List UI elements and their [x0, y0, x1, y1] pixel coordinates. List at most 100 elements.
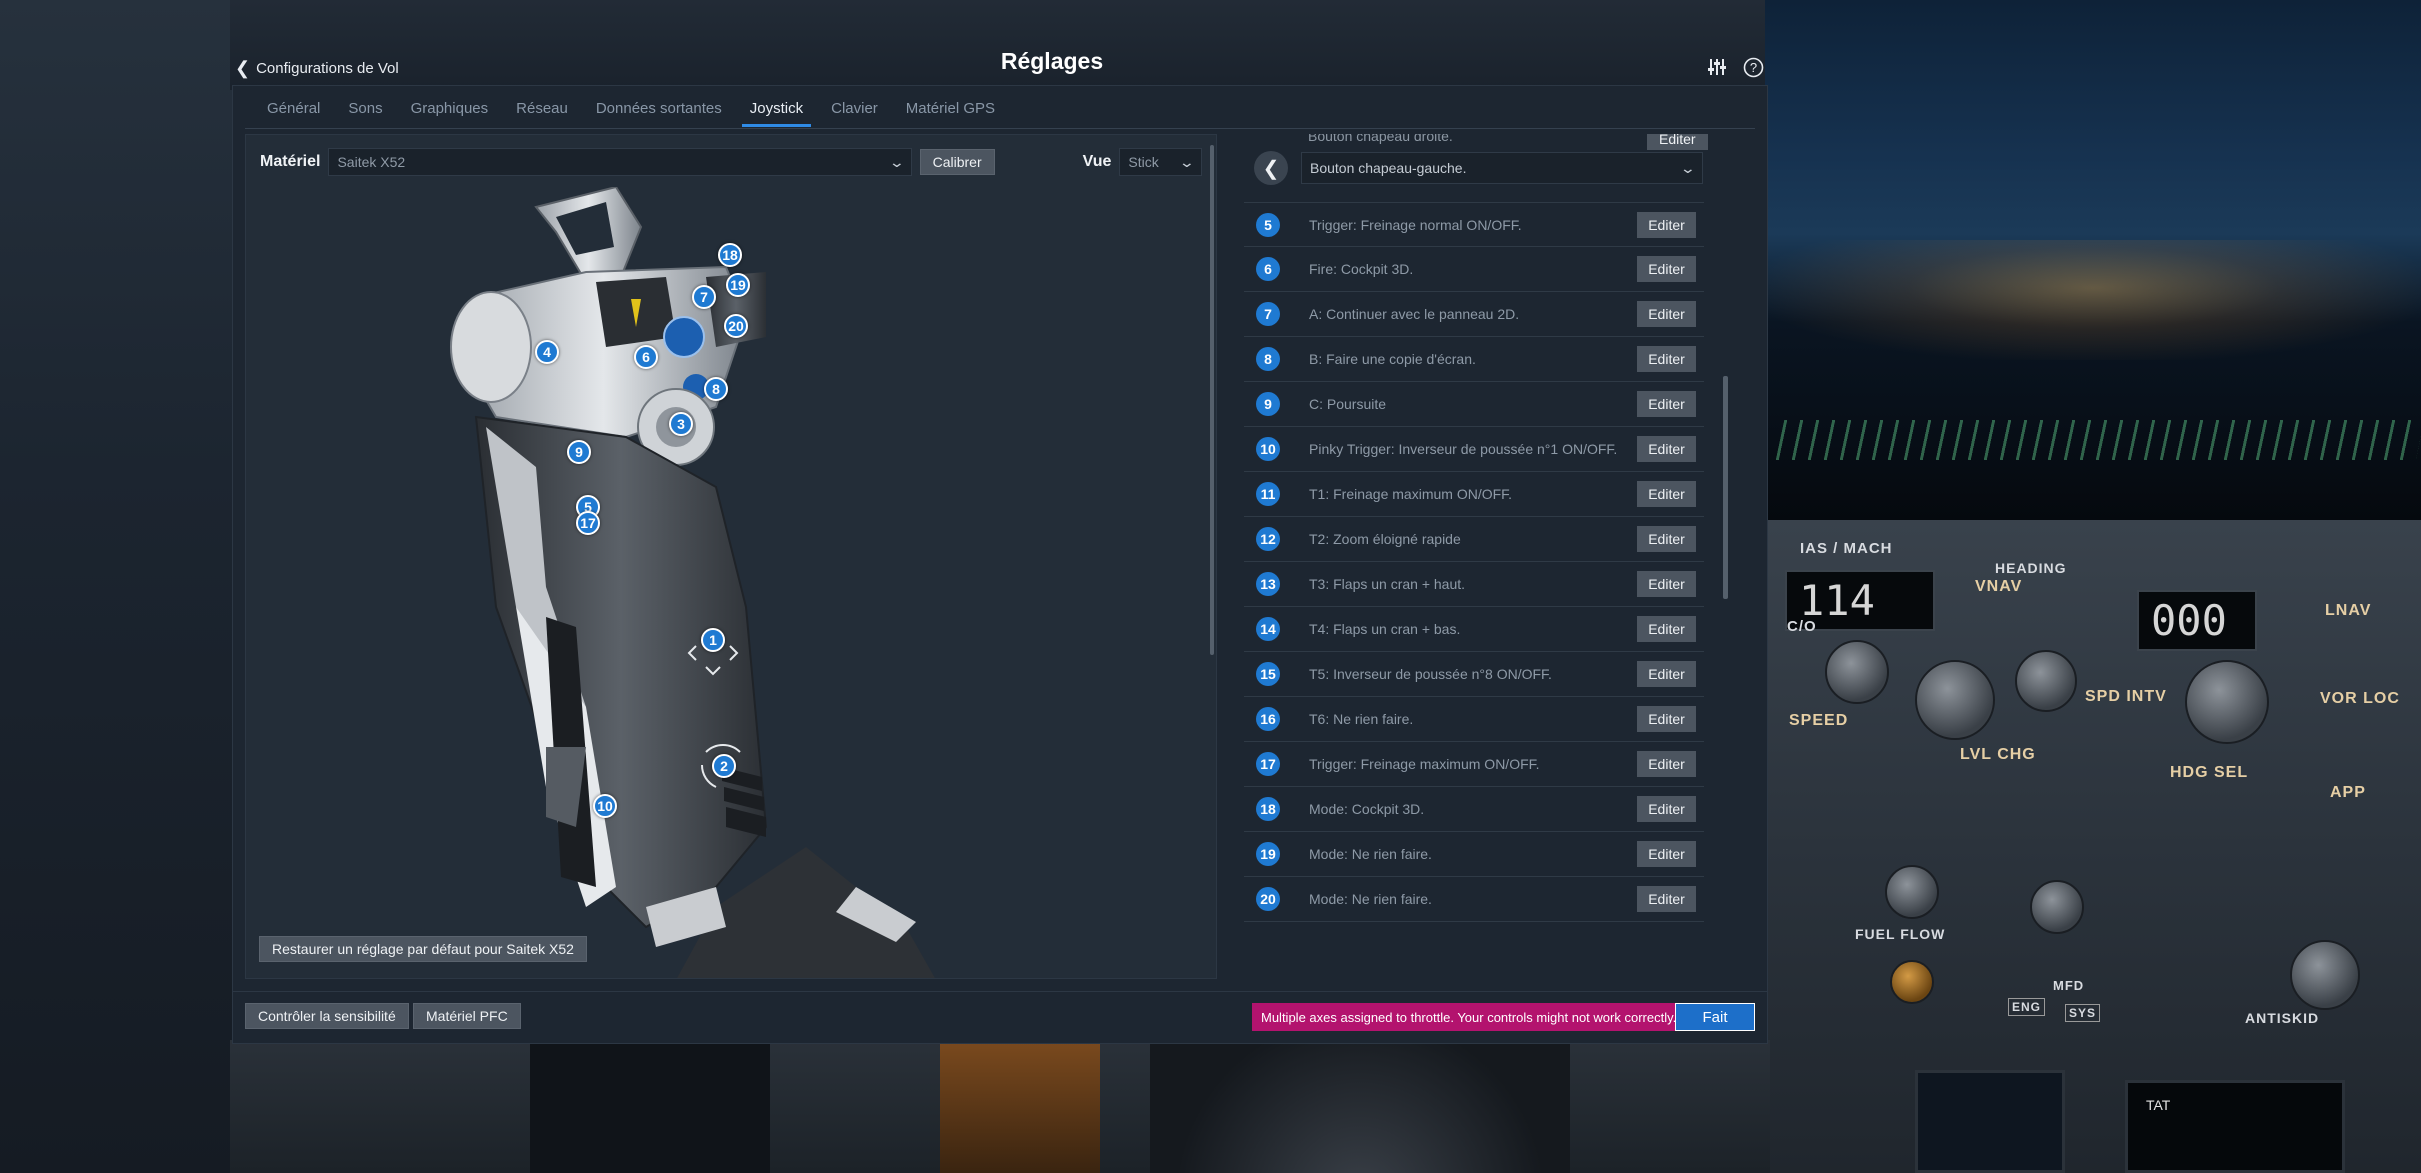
back-button[interactable]: ❮	[1254, 151, 1288, 185]
view-select[interactable]: Stick ⌄	[1119, 148, 1202, 176]
tab-joystick[interactable]: Joystick	[736, 100, 817, 127]
vref-knob	[2030, 880, 2084, 934]
marker-8[interactable]: 8	[704, 377, 728, 401]
heading-knob	[2185, 660, 2269, 744]
marker-10[interactable]: 10	[593, 794, 617, 818]
scrollbar-thumb[interactable]	[1723, 376, 1728, 599]
button-number-badge: 15	[1256, 662, 1280, 686]
marker-9[interactable]: 9	[567, 440, 591, 464]
speed-button: SPEED	[1789, 712, 1849, 729]
assignment-row: 14 T4: Flaps un cran + bas. Editer	[1244, 607, 1704, 652]
button-number-badge: 13	[1256, 572, 1280, 596]
preview-scrollbar[interactable]	[1208, 145, 1216, 978]
view-label: Vue	[1082, 153, 1112, 170]
edit-button[interactable]: Editer	[1637, 301, 1696, 327]
scrollbar-thumb[interactable]	[1210, 145, 1214, 655]
engine-knob	[1885, 865, 1939, 919]
heading-display: 000	[2137, 590, 2257, 651]
button-number-badge: 16	[1256, 707, 1280, 731]
previous-edit-button[interactable]: Editer	[1647, 134, 1708, 150]
pfd-attitude	[940, 1040, 1100, 1173]
assignment-row: 20 Mode: Ne rien faire. Editer	[1244, 877, 1704, 922]
assignment-text: B: Faire une copie d'écran.	[1309, 351, 1476, 367]
edit-button[interactable]: Editer	[1637, 706, 1696, 732]
edit-button[interactable]: Editer	[1637, 346, 1696, 372]
calibrate-button[interactable]: Calibrer	[919, 149, 995, 175]
assignment-text: Mode: Ne rien faire.	[1309, 891, 1432, 907]
done-button[interactable]: Fait	[1675, 1003, 1755, 1031]
tab-general[interactable]: Général	[253, 100, 334, 127]
marker-7[interactable]: 7	[692, 285, 716, 309]
assignment-text: T3: Flaps un cran + haut.	[1309, 576, 1466, 592]
chevron-down-icon: ⌄	[888, 153, 905, 170]
eng-button: ENG	[2008, 998, 2046, 1016]
vor-loc-button: VOR LOC	[2320, 690, 2400, 707]
cockpit-left-pillar	[0, 0, 240, 1173]
spd-intv-knob	[2015, 650, 2077, 712]
tab-graphics[interactable]: Graphiques	[397, 100, 503, 127]
assignment-text: Mode: Ne rien faire.	[1309, 846, 1432, 862]
assignment-row: 15 T5: Inverseur de poussée n°8 ON/OFF. Ed…	[1244, 652, 1704, 697]
joystick-preview-pane: Matériel Saitek X52 ⌄ Calibrer Vue Stick…	[245, 134, 1217, 979]
view-select-value: Stick	[1128, 154, 1159, 170]
sys-button: SYS	[2065, 1004, 2101, 1022]
assignment-select-value: Bouton chapeau-gauche.	[1310, 160, 1467, 176]
edit-button[interactable]: Editer	[1637, 796, 1696, 822]
marker-19[interactable]: 19	[726, 273, 750, 297]
edit-button[interactable]: Editer	[1637, 571, 1696, 597]
edit-button[interactable]: Editer	[1637, 886, 1696, 912]
footer-divider	[233, 991, 1767, 992]
marker-17[interactable]: 17	[576, 511, 600, 535]
button-number-badge: 19	[1256, 842, 1280, 866]
assignment-select[interactable]: Bouton chapeau-gauche. ⌄	[1301, 152, 1703, 184]
edit-button[interactable]: Editer	[1637, 256, 1696, 282]
throttle-warning: Multiple axes assigned to throttle. Your…	[1252, 1003, 1686, 1031]
tab-gps-hardware[interactable]: Matériel GPS	[892, 100, 1009, 127]
assignment-row: 12 T2: Zoom éloigné rapide Editer	[1244, 517, 1704, 562]
saitek-x52-illustration	[450, 185, 935, 978]
marker-18[interactable]: 18	[718, 243, 742, 267]
tabs-divider	[245, 128, 1755, 129]
edit-button[interactable]: Editer	[1637, 211, 1696, 238]
tab-network[interactable]: Réseau	[502, 100, 582, 127]
edit-button[interactable]: Editer	[1637, 751, 1696, 777]
assignment-text: T1: Freinage maximum ON/OFF.	[1309, 486, 1513, 502]
sensitivity-button[interactable]: Contrôler la sensibilité	[245, 1003, 409, 1029]
hardware-select[interactable]: Saitek X52 ⌄	[328, 148, 912, 176]
button-number-badge: 18	[1256, 797, 1280, 821]
sliders-icon[interactable]	[1706, 56, 1728, 78]
engine-screen: TAT	[2125, 1080, 2345, 1173]
speed-knob	[1825, 640, 1889, 704]
button-number-badge: 17	[1256, 752, 1280, 776]
tab-data-output[interactable]: Données sortantes	[582, 100, 736, 127]
assignment-scrollbar[interactable]	[1721, 134, 1729, 914]
chevron-down-icon: ⌄	[1679, 159, 1697, 176]
settings-tabs: Général Sons Graphiques Réseau Données s…	[253, 100, 1009, 127]
edit-button[interactable]: Editer	[1637, 526, 1696, 552]
marker-2[interactable]: 2	[712, 754, 736, 778]
marker-1[interactable]: 1	[701, 628, 725, 652]
edit-button[interactable]: Editer	[1637, 616, 1696, 642]
tab-keyboard[interactable]: Clavier	[817, 100, 892, 127]
marker-3[interactable]: 3	[669, 412, 693, 436]
edit-button[interactable]: Editer	[1637, 481, 1696, 507]
nd-screen	[1915, 1070, 2065, 1173]
pfc-hardware-button[interactable]: Matériel PFC	[413, 1003, 521, 1029]
assignment-text: Fire: Cockpit 3D.	[1309, 261, 1414, 277]
assignment-row: 18 Mode: Cockpit 3D. Editer	[1244, 787, 1704, 832]
lnav-button: LNAV	[2325, 602, 2372, 619]
edit-button[interactable]: Editer	[1637, 436, 1696, 462]
heading-label: HEADING	[1995, 560, 2067, 576]
tab-sounds[interactable]: Sons	[334, 100, 396, 127]
help-icon[interactable]: ?	[1742, 56, 1764, 78]
restore-defaults-button[interactable]: Restaurer un réglage par défaut pour Sai…	[259, 936, 587, 962]
marker-6[interactable]: 6	[634, 345, 658, 369]
marker-20[interactable]: 20	[724, 314, 748, 338]
marker-4[interactable]: 4	[535, 340, 559, 364]
edit-button[interactable]: Editer	[1637, 841, 1696, 867]
edit-button[interactable]: Editer	[1637, 391, 1696, 417]
hardware-select-value: Saitek X52	[337, 154, 406, 170]
assignment-row: 13 T3: Flaps un cran + haut. Editer	[1244, 562, 1704, 607]
edit-button[interactable]: Editer	[1637, 661, 1696, 687]
assignment-row: 19 Mode: Ne rien faire. Editer	[1244, 832, 1704, 877]
